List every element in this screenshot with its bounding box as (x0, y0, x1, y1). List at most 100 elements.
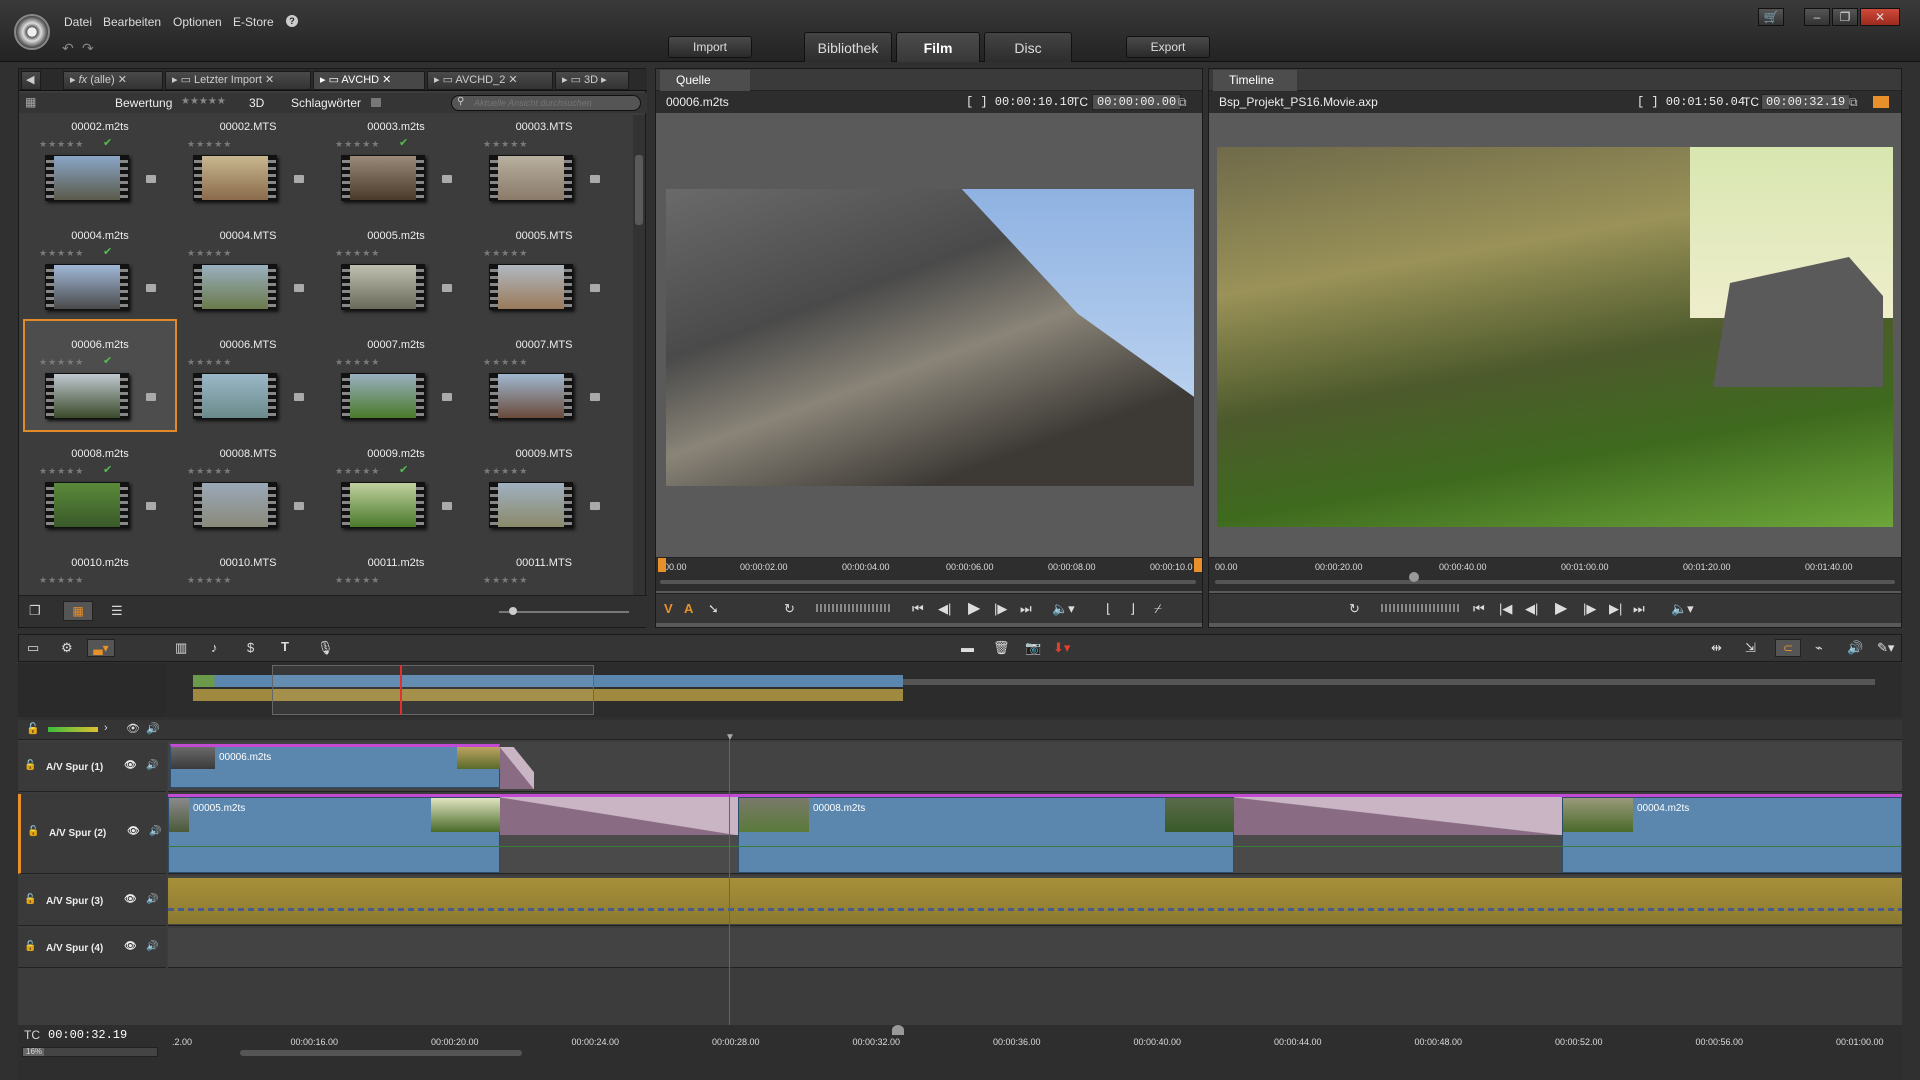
audio-scrub-icon[interactable]: ⌁ (1815, 640, 1823, 656)
library-item[interactable]: 00003.MTS ★★★★★ (469, 115, 619, 212)
marker-icon[interactable]: ⬇▾ (1053, 640, 1070, 656)
source-scrubber[interactable] (660, 580, 1196, 584)
shuttle-control[interactable] (1381, 604, 1461, 612)
rating-stars-icon[interactable]: ★★★★★ (39, 139, 84, 150)
layout-icon[interactable]: ▭ (27, 640, 39, 656)
cart-icon[interactable]: 🛒 (1758, 8, 1784, 26)
rating-stars-icon[interactable]: ★★★★★ (187, 248, 232, 259)
library-item[interactable]: 00006.m2ts ★★★★★ ✔ (23, 319, 177, 432)
library-item[interactable]: 00004.m2ts ★★★★★ ✔ (25, 212, 175, 321)
step-forward-icon[interactable]: |▶ (994, 601, 1007, 617)
edit-mode-icon[interactable]: ✎▾ (1877, 640, 1894, 656)
menu-file[interactable]: Datei (64, 15, 92, 29)
timeline-ruler-preview[interactable]: 00.00 00:00:20.00 00:00:40.00 00:01:00.0… (1209, 557, 1901, 591)
track-4[interactable] (168, 928, 1902, 968)
library-item[interactable]: 00004.MTS ★★★★★ (173, 212, 323, 321)
rating-stars-icon[interactable]: ★★★★★ (335, 466, 380, 477)
expand-icon[interactable]: › (104, 722, 108, 734)
snapshot-icon[interactable]: 📷 (1025, 640, 1041, 656)
rating-stars-icon[interactable]: ★★★★★ (39, 357, 84, 368)
export-button[interactable]: Export (1126, 36, 1210, 58)
tab-3d[interactable]: ▸ ▭ 3D ▸ (555, 71, 629, 90)
lock-icon[interactable]: 🔓 (26, 722, 40, 735)
voiceover-icon[interactable]: 🎙 (317, 640, 334, 656)
track-1[interactable]: 00006.m2ts (168, 742, 1902, 792)
search-input[interactable] (451, 95, 641, 111)
source-timecode[interactable]: 00:00:00.00 (1092, 94, 1182, 110)
zoom-bar[interactable]: 16% (22, 1047, 158, 1057)
timeline-fullscreen-icon[interactable]: ⧉ (1849, 91, 1858, 113)
title-icon[interactable]: T (281, 639, 289, 654)
clip-thumbnail[interactable] (489, 264, 573, 310)
playhead-handle[interactable] (892, 1025, 904, 1035)
library-item[interactable]: 00005.MTS ★★★★★ (469, 212, 619, 321)
tags-label[interactable]: Schlagwörter (291, 96, 361, 110)
library-item[interactable]: 00010.MTS ★★★★★ (173, 539, 323, 595)
clip-thumbnail[interactable] (45, 373, 129, 419)
speaker-icon[interactable]: 🔊 (1847, 640, 1863, 656)
prev-edit-icon[interactable]: |◀ (1499, 601, 1512, 617)
corner-menu-icon[interactable] (294, 393, 304, 401)
speaker-icon[interactable]: 🔊 (146, 941, 158, 952)
play-icon[interactable]: ▶ (968, 598, 980, 618)
play-icon[interactable]: ▶ (1555, 598, 1567, 618)
track-header-3[interactable]: 🔓 A/V Spur (3) 👁 🔊 (18, 876, 166, 926)
rating-label[interactable]: Bewertung (115, 96, 172, 110)
redo-icon[interactable]: ↷ (82, 40, 94, 57)
loop-icon[interactable]: ↻ (784, 601, 795, 617)
audio-toggle[interactable]: A (684, 601, 693, 616)
clear-marks-icon[interactable]: ⌿ (1154, 601, 1162, 617)
navigator-viewport[interactable] (272, 665, 594, 715)
track-2[interactable]: 00005.m2ts 00008.m2ts 00004.m2ts (168, 794, 1902, 874)
go-start-icon[interactable]: ⏮ (1473, 601, 1485, 617)
library-item[interactable]: 00007.m2ts ★★★★★ (321, 321, 471, 430)
corner-menu-icon[interactable] (294, 284, 304, 292)
corner-menu-icon[interactable] (146, 393, 156, 401)
clip-thumbnail[interactable] (341, 155, 425, 201)
rating-stars-icon[interactable]: ★★★★★ (39, 466, 84, 477)
corner-menu-icon[interactable] (442, 284, 452, 292)
rating-stars-icon[interactable]: ★★★★★ (181, 96, 226, 107)
go-end-icon[interactable]: ⏭ (1020, 601, 1032, 617)
insert-icon[interactable]: ➘ (708, 601, 719, 617)
corner-menu-icon[interactable] (442, 175, 452, 183)
corner-menu-icon[interactable] (294, 175, 304, 183)
volume-icon[interactable]: 🔈▾ (1671, 601, 1694, 617)
soundtrack-icon[interactable]: $ (247, 640, 254, 655)
library-item[interactable]: 00002.MTS ★★★★★ (173, 115, 323, 212)
library-item[interactable]: 00008.MTS ★★★★★ (173, 430, 323, 539)
volume-icon[interactable]: 🔈▾ (1052, 601, 1075, 617)
timeline-navigator[interactable] (18, 663, 1902, 717)
corner-menu-icon[interactable] (146, 175, 156, 183)
rating-stars-icon[interactable]: ★★★★★ (187, 357, 232, 368)
magnet-icon[interactable]: ⊂ (1775, 639, 1801, 657)
library-item[interactable]: 00006.MTS ★★★★★ (173, 321, 323, 430)
tab-source[interactable]: Quelle (660, 70, 750, 91)
library-item[interactable]: 00005.m2ts ★★★★★ (321, 212, 471, 321)
collection-icon[interactable]: ❐ (29, 603, 41, 619)
lock-icon[interactable]: 🔓 (24, 941, 36, 952)
import-button[interactable]: Import (668, 36, 752, 58)
source-ruler[interactable]: 00.00 00:00:02.00 00:00:04.00 00:00:06.0… (656, 557, 1202, 591)
rating-stars-icon[interactable]: ★★★★★ (187, 575, 232, 586)
clip-thumbnail[interactable] (193, 155, 277, 201)
transition[interactable] (1234, 797, 1562, 835)
timeline-timecode[interactable]: 00:00:32.19 (1761, 94, 1851, 110)
tab-timeline[interactable]: Timeline (1213, 70, 1297, 91)
tab-avchd2[interactable]: ▸ ▭ AVCHD_2 ✕ (427, 71, 553, 90)
tab-disc[interactable]: Disc (984, 32, 1072, 62)
track-header-4[interactable]: 🔓 A/V Spur (4) 👁 🔊 (18, 928, 166, 968)
tab-all[interactable]: ▸ fx (alle) ✕ (63, 71, 163, 90)
speaker-icon[interactable]: 🔊 (149, 826, 161, 837)
timeline-scrubber-handle[interactable] (1409, 572, 1419, 582)
shuttle-control[interactable] (816, 604, 892, 612)
dynamic-length-icon[interactable]: ⇹ (1711, 640, 1722, 656)
timeline-clip[interactable]: 00004.m2ts (1562, 797, 1902, 873)
audio-clip[interactable] (168, 878, 1902, 924)
undo-icon[interactable]: ↶ (62, 40, 74, 57)
timeline-ruler[interactable]: TC 00:00:32.19 16% .2.00 00:00:16.00 00:00… (18, 1025, 1902, 1080)
tab-avchd[interactable]: ▸ ▭ AVCHD ✕ (313, 71, 425, 90)
library-item[interactable]: 00010.m2ts ★★★★★ (25, 539, 175, 595)
lock-icon[interactable]: 🔓 (27, 826, 39, 837)
go-start-icon[interactable]: ⏮ (912, 601, 924, 617)
